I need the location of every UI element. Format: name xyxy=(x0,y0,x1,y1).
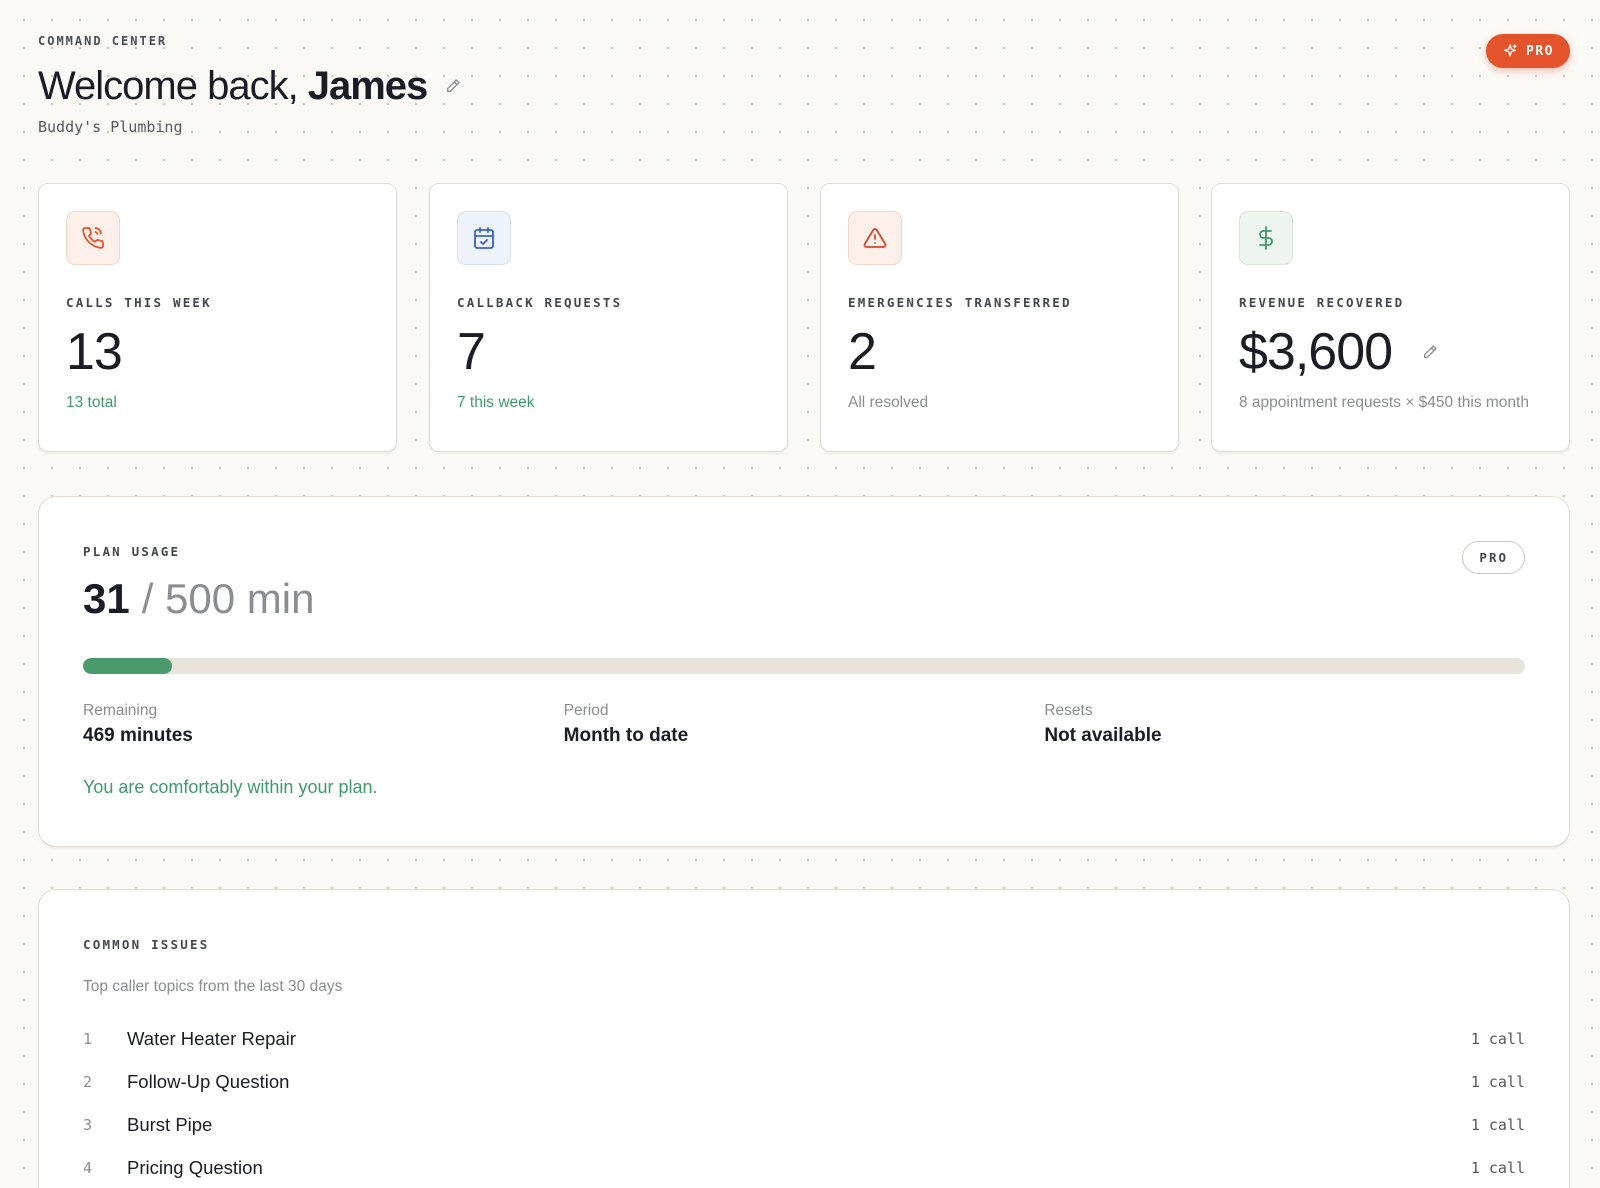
phone-icon xyxy=(66,211,120,265)
card-label: CALLS THIS WEEK xyxy=(66,295,212,310)
revenue-card: REVENUE RECOVERED $3,600 8 appointment r… xyxy=(1211,183,1570,452)
user-name: James xyxy=(307,64,429,108)
common-issues-subtitle: Top caller topics from the last 30 days xyxy=(83,978,343,995)
usage-summary: 31 / 500 min xyxy=(83,575,314,623)
card-subtext: 8 appointment requests × $450 this month xyxy=(1239,394,1529,411)
issue-name: Pricing Question xyxy=(127,1156,263,1178)
common-issues-panel: COMMON ISSUES Top caller topics from the… xyxy=(38,889,1570,1188)
stat-value: Month to date xyxy=(563,725,689,746)
card-value: $3,600 xyxy=(1239,323,1393,381)
list-item[interactable]: 4 Pricing Question 1 call xyxy=(83,1146,1525,1188)
list-item[interactable]: 1 Water Heater Repair 1 call xyxy=(83,1017,1525,1060)
plan-usage-label: PLAN USAGE xyxy=(83,544,181,559)
calendar-check-icon xyxy=(457,211,511,265)
stat-remaining: Remaining 469 minutes xyxy=(83,702,564,747)
issue-rank: 1 xyxy=(83,1029,93,1048)
stat-label: Resets xyxy=(1044,702,1093,719)
welcome-heading: Welcome back, James xyxy=(38,62,463,110)
stat-value: 469 minutes xyxy=(83,725,193,746)
issue-rank: 3 xyxy=(83,1115,93,1134)
card-subtext: 7 this week xyxy=(457,394,535,411)
stat-value: Not available xyxy=(1044,725,1162,746)
card-value: 13 xyxy=(66,323,123,381)
alert-triangle-icon xyxy=(848,211,902,265)
issue-name: Follow-Up Question xyxy=(127,1070,290,1092)
issue-count: 1 call xyxy=(1470,1158,1525,1177)
plan-usage-panel: PLAN USAGE PRO 31 / 500 min Remaining 46… xyxy=(38,496,1570,847)
issue-name: Water Heater Repair xyxy=(127,1027,296,1049)
usage-progress-track xyxy=(83,658,1525,674)
welcome-prefix: Welcome back, xyxy=(38,64,299,108)
list-item[interactable]: 2 Follow-Up Question 1 call xyxy=(83,1060,1525,1103)
page-eyebrow: COMMAND CENTER xyxy=(38,34,168,48)
minutes-used: 31 xyxy=(83,575,130,622)
card-value: 2 xyxy=(848,323,877,381)
card-value: 7 xyxy=(457,323,486,381)
edit-revenue-icon[interactable] xyxy=(1422,344,1438,360)
issue-count: 1 call xyxy=(1470,1115,1525,1134)
stat-label: Remaining xyxy=(83,702,158,719)
issue-rank: 4 xyxy=(83,1158,93,1177)
edit-name-icon[interactable] xyxy=(443,76,463,96)
stat-period: Period Month to date xyxy=(564,702,1045,747)
usage-progress-fill xyxy=(83,658,173,674)
calls-card: CALLS THIS WEEK 13 13 total xyxy=(38,183,397,452)
card-label: CALLBACK REQUESTS xyxy=(457,295,623,310)
sparkle-icon xyxy=(1502,43,1518,59)
card-label: EMERGENCIES TRANSFERRED xyxy=(848,295,1072,310)
card-subtext: 13 total xyxy=(66,394,117,411)
card-subtext: All resolved xyxy=(848,394,929,411)
usage-status-note: You are comfortably within your plan. xyxy=(83,777,378,797)
issue-name: Burst Pipe xyxy=(127,1113,213,1135)
callbacks-card: CALLBACK REQUESTS 7 7 this week xyxy=(429,183,788,452)
page-header: COMMAND CENTER Welcome back, James Buddy… xyxy=(38,34,463,136)
pro-button-label: PRO xyxy=(1526,43,1554,59)
metric-cards: CALLS THIS WEEK 13 13 total CALLBACK REQ… xyxy=(38,183,1570,452)
stat-resets: Resets Not available xyxy=(1044,702,1525,747)
list-item[interactable]: 3 Burst Pipe 1 call xyxy=(83,1103,1525,1146)
company-name: Buddy's Plumbing xyxy=(38,118,183,136)
stat-label: Period xyxy=(563,702,609,719)
minutes-total: / 500 min xyxy=(141,575,315,622)
card-value-row: $3,600 xyxy=(1239,324,1542,380)
common-issues-label: COMMON ISSUES xyxy=(83,937,210,952)
issue-count: 1 call xyxy=(1470,1072,1525,1091)
issue-list: 1 Water Heater Repair 1 call 2 Follow-Up… xyxy=(83,1017,1525,1188)
dollar-icon xyxy=(1239,211,1293,265)
usage-stats: Remaining 469 minutes Period Month to da… xyxy=(83,702,1525,747)
card-label: REVENUE RECOVERED xyxy=(1239,295,1405,310)
emergencies-card: EMERGENCIES TRANSFERRED 2 All resolved xyxy=(820,183,1179,452)
issue-count: 1 call xyxy=(1470,1029,1525,1048)
pro-button[interactable]: PRO xyxy=(1486,34,1570,68)
issue-rank: 2 xyxy=(83,1072,93,1091)
plan-tier-badge: PRO xyxy=(1462,541,1525,574)
